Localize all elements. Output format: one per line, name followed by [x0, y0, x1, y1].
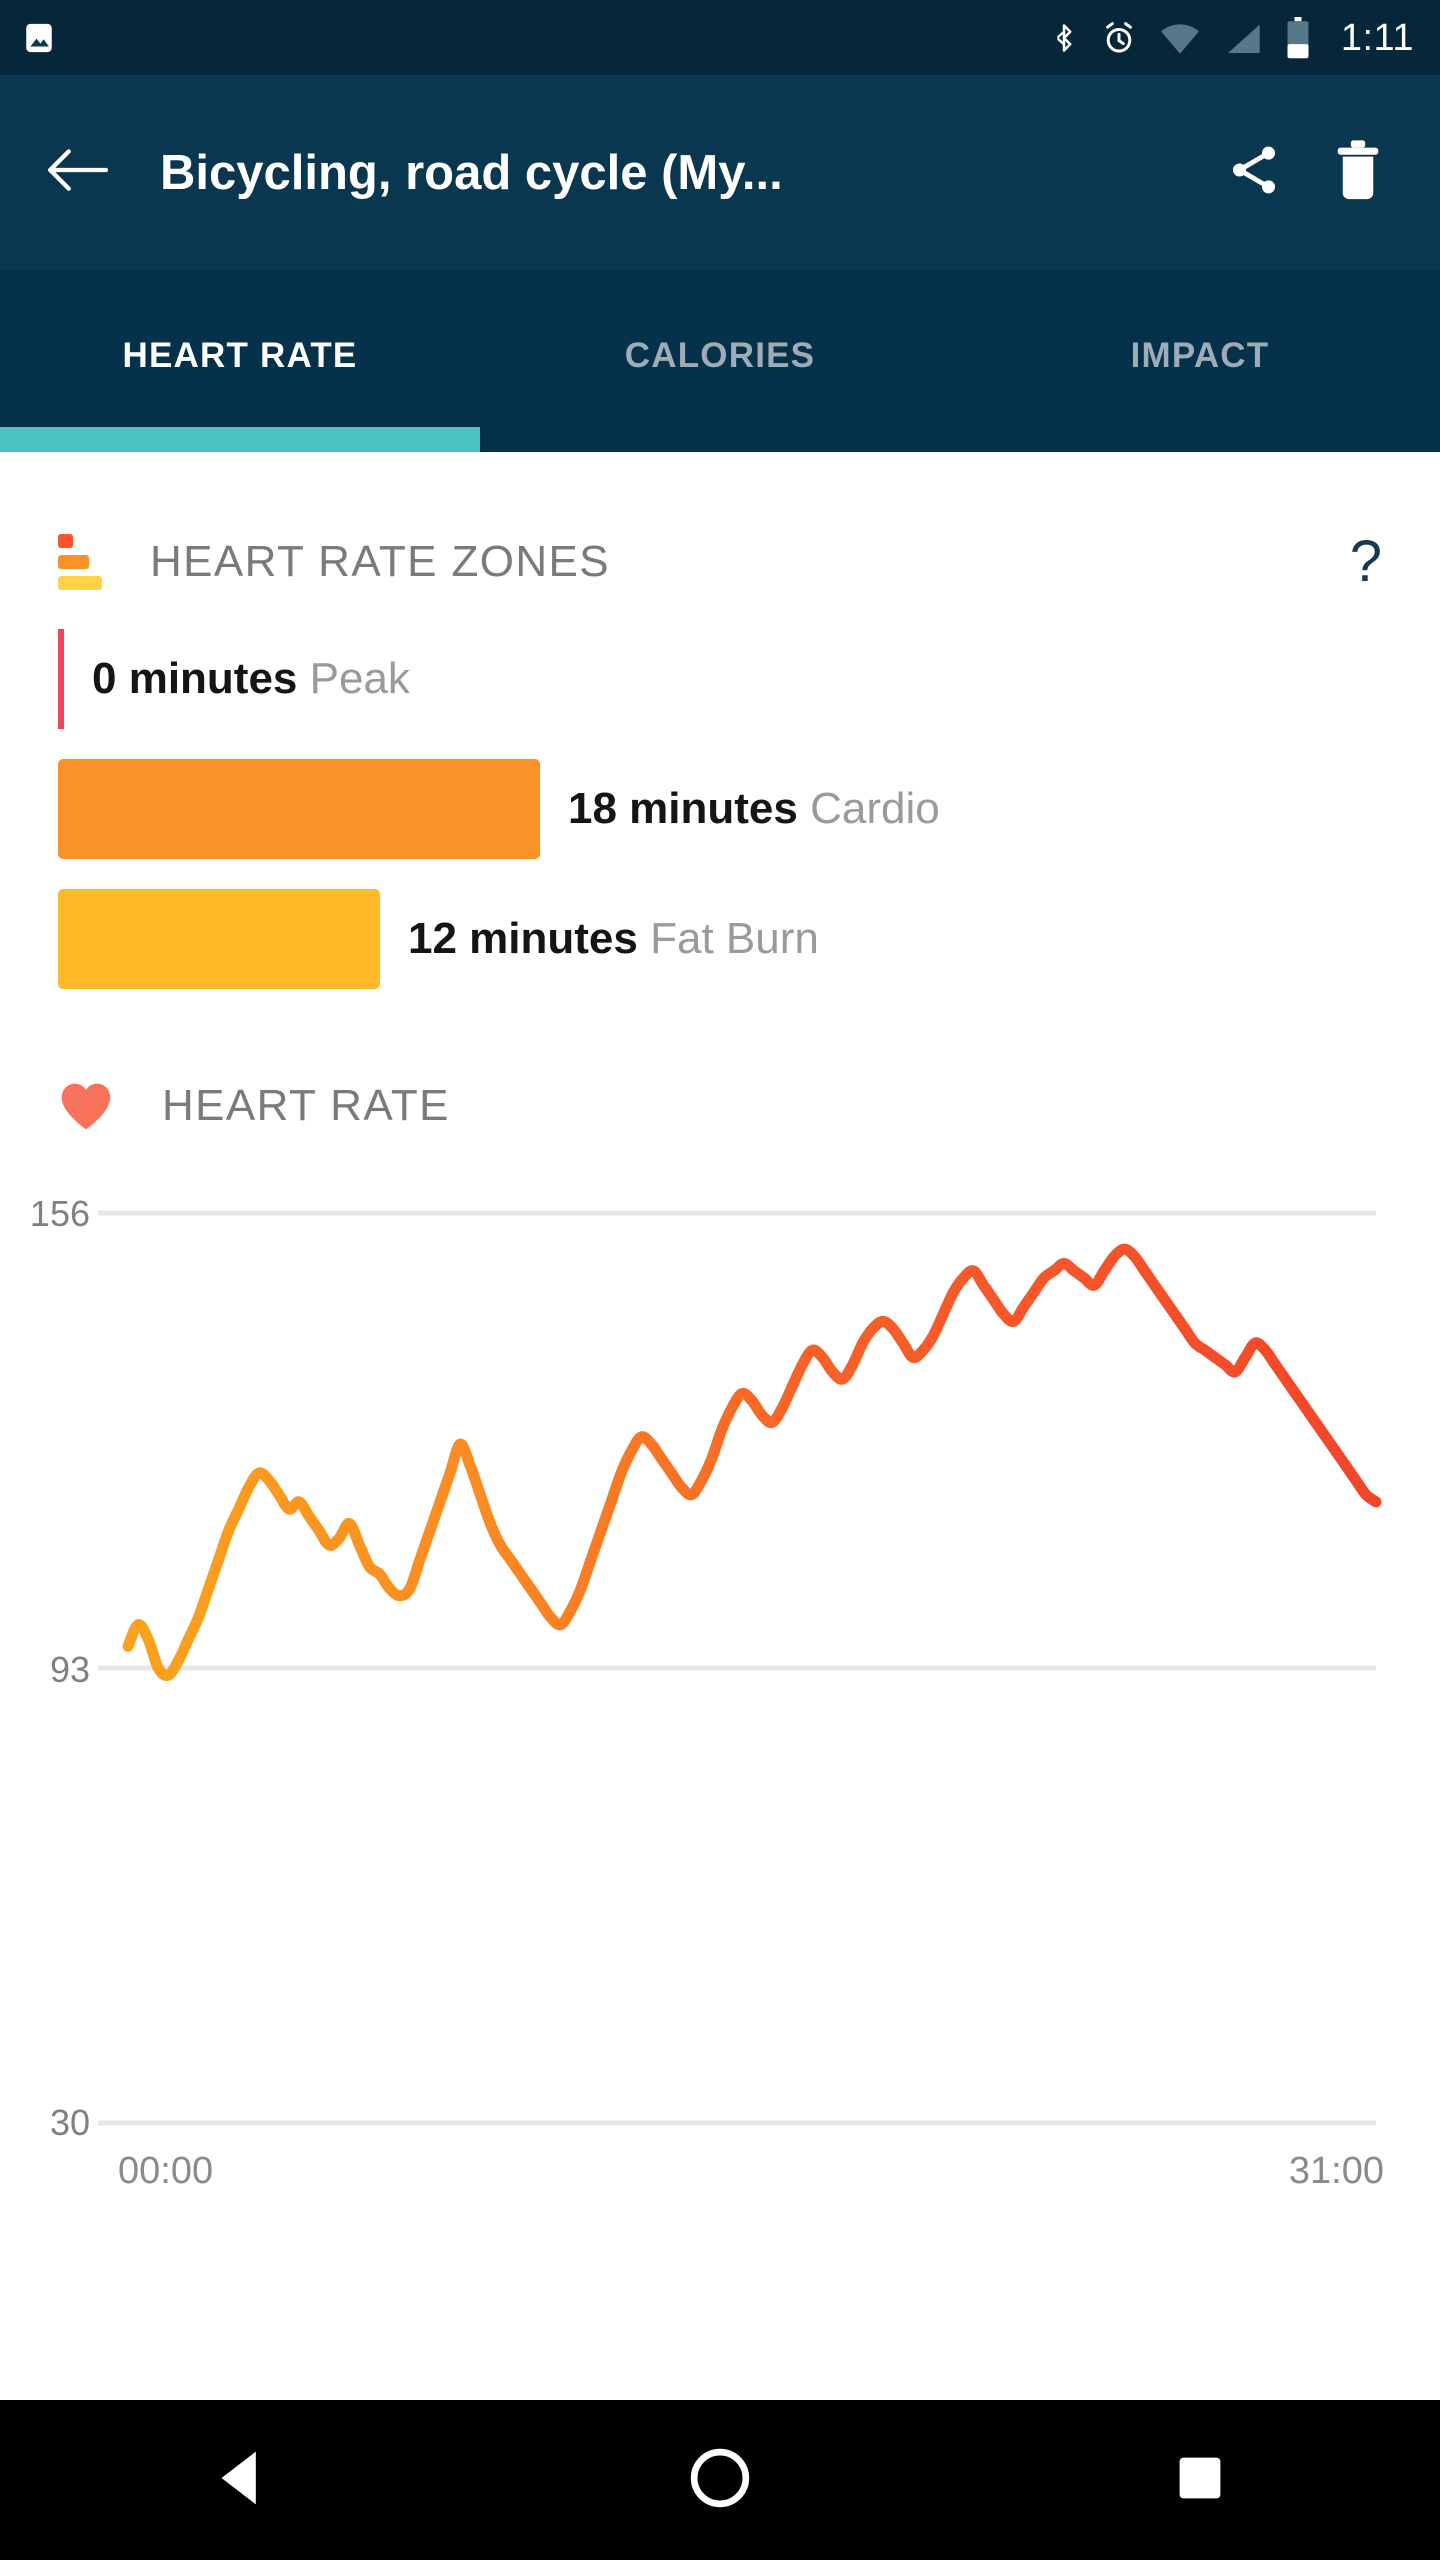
battery-icon: [1285, 16, 1311, 59]
back-arrow-icon: [46, 146, 109, 199]
nav-recents-icon: [1176, 2454, 1224, 2507]
zone-minutes-cardio: 18 minutes: [568, 784, 798, 833]
back-button[interactable]: [22, 75, 132, 270]
tab-heart-rate[interactable]: HEART RATE: [0, 270, 480, 452]
heart-rate-title: HEART RATE: [162, 1081, 450, 1130]
zone-name-fat-burn: Fat Burn: [650, 914, 819, 963]
zone-bar-cardio: [58, 759, 540, 859]
status-bar: 1:11: [0, 0, 1440, 75]
page-title: Bicycling, road cycle (My...: [160, 145, 783, 200]
chart-gridlines: [98, 1210, 1376, 2126]
tab-calories[interactable]: CALORIES: [480, 270, 960, 452]
tab-bar: HEART RATE CALORIES IMPACT: [0, 270, 1440, 452]
zone-minutes-peak: 0 minutes: [92, 654, 298, 703]
zone-minutes-fat-burn: 12 minutes: [408, 914, 638, 963]
heart-rate-zones-header: HEART RATE ZONES ?: [0, 507, 1440, 617]
help-button[interactable]: ?: [1336, 529, 1396, 595]
nav-recents-button[interactable]: [1110, 2400, 1290, 2560]
status-bar-right: 1:11: [1049, 16, 1414, 59]
trash-icon: [1330, 139, 1386, 206]
alarm-icon: [1101, 19, 1137, 57]
chart-line: [122, 1243, 1382, 1681]
zone-row-cardio[interactable]: 18 minutes Cardio: [0, 759, 1440, 859]
zone-bar-peak: [58, 629, 64, 729]
zone-row-peak[interactable]: 0 minutes Peak: [0, 629, 1440, 729]
delete-button[interactable]: [1306, 121, 1410, 225]
tab-active-indicator: [0, 427, 480, 452]
nav-back-icon: [213, 2449, 267, 2512]
status-bar-clock: 1:11: [1340, 16, 1414, 59]
nav-home-button[interactable]: [630, 2400, 810, 2560]
app-bar: Bicycling, road cycle (My...: [0, 75, 1440, 270]
tab-heart-rate-label: HEART RATE: [122, 336, 358, 375]
heart-rate-zones-list: 0 minutes Peak 18 minutes Cardio 12 minu…: [0, 629, 1440, 989]
heart-rate-line-plot: [98, 1210, 1382, 2126]
tab-impact-label: IMPACT: [1130, 336, 1270, 375]
main-content: HEART RATE ZONES ? 0 minutes Peak 18 min…: [0, 452, 1440, 2400]
zone-bar-fat-burn: [58, 889, 380, 989]
heart-rate-header: HEART RATE: [0, 1051, 1440, 1161]
nav-back-button[interactable]: [150, 2400, 330, 2560]
bluetooth-icon: [1049, 18, 1079, 58]
heart-rate-chart[interactable]: 156 93 30 00:00 31:00: [0, 1195, 1440, 2205]
zone-name-cardio: Cardio: [810, 784, 940, 833]
zone-label-fat-burn: 12 minutes Fat Burn: [408, 914, 819, 964]
zone-label-cardio: 18 minutes Cardio: [568, 784, 940, 834]
screenshot-icon: [22, 19, 56, 57]
share-icon: [1225, 141, 1283, 204]
heart-rate-zones-title: HEART RATE ZONES: [150, 537, 611, 586]
zone-name-peak: Peak: [309, 654, 410, 703]
signal-icon: [1223, 20, 1263, 56]
status-bar-left: [22, 19, 56, 57]
tab-impact[interactable]: IMPACT: [960, 270, 1440, 452]
share-button[interactable]: [1202, 121, 1306, 225]
zones-bars-icon: [58, 534, 102, 590]
zone-row-fat-burn[interactable]: 12 minutes Fat Burn: [0, 889, 1440, 989]
heart-icon: [58, 1080, 114, 1132]
tab-calories-label: CALORIES: [624, 336, 816, 375]
nav-home-icon: [689, 2447, 751, 2514]
zone-label-peak: 0 minutes Peak: [92, 654, 410, 704]
wifi-icon: [1159, 20, 1201, 56]
android-nav-bar: [0, 2400, 1440, 2560]
